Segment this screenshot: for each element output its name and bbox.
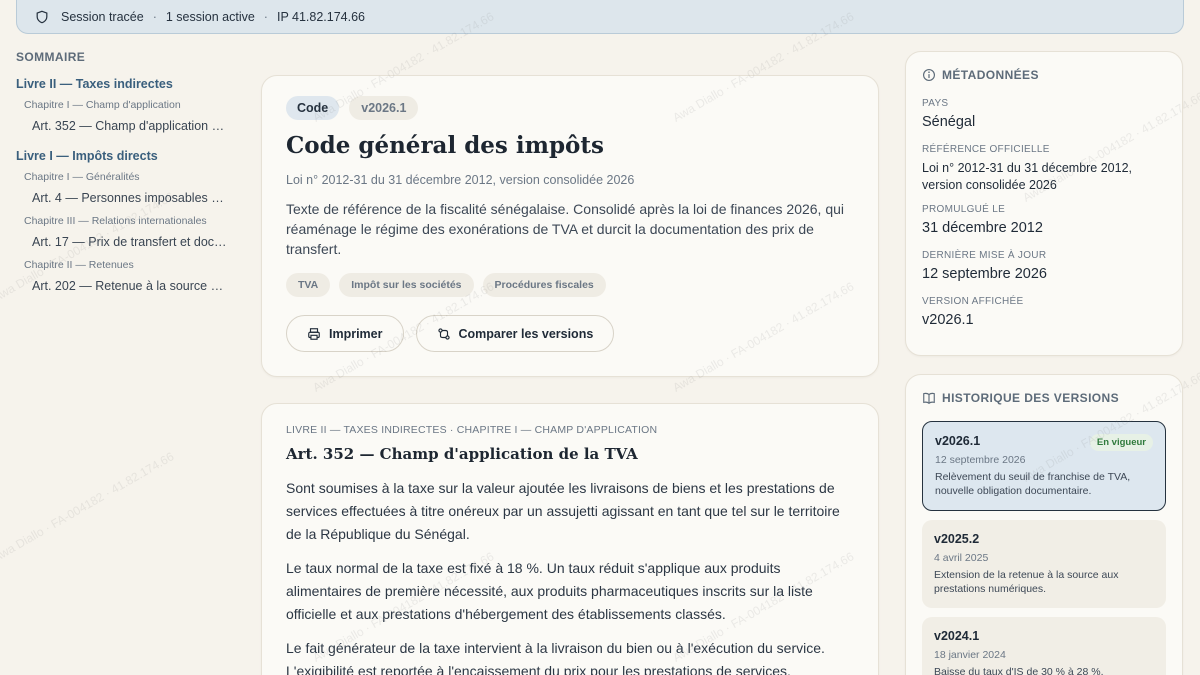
toc-chapter[interactable]: Chapitre I — Généralités [16,171,236,183]
printer-icon [308,327,320,340]
toc-chapter[interactable]: Chapitre III — Relations internationales [16,215,236,227]
version-item[interactable]: v2024.1 18 janvier 2024 Baisse du taux d… [922,617,1166,675]
toc-article-352[interactable]: Art. 352 — Champ d'application de la TVA [16,119,228,133]
document-description: Texte de référence de la fiscalité sénég… [286,201,845,257]
version-date: 12 septembre 2026 [935,454,1026,466]
print-label: Imprimer [329,326,383,341]
article-paragraph: Le fait générateur de la taxe intervient… [286,640,825,675]
version-item[interactable]: v2025.2 4 avril 2025 Extension de la ret… [922,520,1166,608]
tag-tva[interactable]: TVA [286,273,331,297]
version-name: v2025.2 [934,532,980,546]
toc-book-livre-2[interactable]: Livre II — Taxes indirectes [16,77,236,91]
compare-label: Comparer les versions [458,326,594,341]
tag-is[interactable]: Impôt sur les sociétés [339,273,474,297]
toc-title: SOMMAIRE [16,50,86,64]
version-note: Relèvement du seuil de franchise de TVA,… [935,471,1131,497]
version-date: 4 avril 2025 [934,552,989,564]
meta-value-promulgated: 31 décembre 2012 [922,220,1043,236]
meta-value-reference: Loi n° 2012-31 du 31 décembre 2012, vers… [922,161,1133,192]
print-button[interactable]: Imprimer [286,315,404,352]
meta-label-version: VERSION AFFICHÉE [922,296,1024,307]
current-version-badge: En vigueur [1089,434,1153,451]
watermark-text: Awa Diallo · FA-004182 · 41.82.174.66 [0,449,177,565]
toc-chapter[interactable]: Chapitre II — Retenues [16,259,236,271]
history-heading: HISTORIQUE DES VERSIONS [942,391,1120,405]
session-banner: Session tracée · 1 session active · IP 4… [16,0,1184,34]
meta-label-country: PAYS [922,98,949,109]
session-ip: IP 41.82.174.66 [276,10,366,24]
toc-chapter[interactable]: Chapitre I — Champ d'application [16,99,236,111]
version-name: v2024.1 [934,629,980,643]
toc-article-4[interactable]: Art. 4 — Personnes imposables à l'impôt … [16,191,228,205]
version-history-panel: HISTORIQUE DES VERSIONS v2026.1 En vigue… [905,374,1183,675]
toc-book-livre-1[interactable]: Livre I — Impôts directs [16,149,236,163]
version-note: Baisse du taux d'IS de 30 % à 28 %. [934,666,1104,675]
meta-value-updated: 12 septembre 2026 [922,266,1047,282]
meta-label-reference: RÉFÉRENCE OFFICIELLE [922,144,1050,155]
version-note: Extension de la retenue à la source aux … [934,569,1119,595]
version-item-current[interactable]: v2026.1 En vigueur 12 septembre 2026 Rel… [922,421,1166,511]
article-card: LIVRE II — TAXES INDIRECTES · CHAPITRE I… [261,403,879,675]
toc-article-202[interactable]: Art. 202 — Retenue à la source sur prest… [16,279,228,293]
page-title: Code général des impôts [286,132,604,159]
tag-procedures[interactable]: Procédures fiscales [482,273,606,297]
compare-versions-button[interactable]: Comparer les versions [415,315,615,352]
document-type-badge: Code [286,96,340,120]
version-badge: v2026.1 [349,96,419,120]
shield-icon [35,10,49,24]
meta-value-country: Sénégal [922,114,976,130]
article-title: Art. 352 — Champ d'application de la TVA [286,445,638,463]
toc-article-17[interactable]: Art. 17 — Prix de transfert et documenta… [16,235,228,249]
compare-icon [437,327,450,340]
metadata-heading: MÉTADONNÉES [942,68,1039,82]
article-breadcrumb: LIVRE II — TAXES INDIRECTES · CHAPITRE I… [286,424,658,436]
article-paragraph: Le taux normal de la taxe est fixé à 18 … [286,560,813,622]
session-count: 1 session active [165,10,255,24]
metadata-panel: MÉTADONNÉES PAYS Sénégal RÉFÉRENCE OFFIC… [905,51,1183,356]
session-status: Session tracée [61,10,144,24]
document-header-card: Code v2026.1 Code général des impôts Loi… [261,75,879,377]
book-icon [923,392,935,404]
article-paragraph: Sont soumises à la taxe sur la valeur aj… [286,480,840,542]
version-date: 18 janvier 2024 [934,649,1006,661]
meta-value-version: v2026.1 [922,312,974,328]
meta-label-promulgated: PROMULGUÉ LE [922,204,1006,215]
document-subtitle: Loi n° 2012-31 du 31 décembre 2012, vers… [286,173,635,187]
meta-label-updated: DERNIÈRE MISE À JOUR [922,250,1047,261]
info-icon [923,69,935,81]
table-of-contents: SOMMAIRE Livre II — Taxes indirectes Cha… [16,50,236,303]
